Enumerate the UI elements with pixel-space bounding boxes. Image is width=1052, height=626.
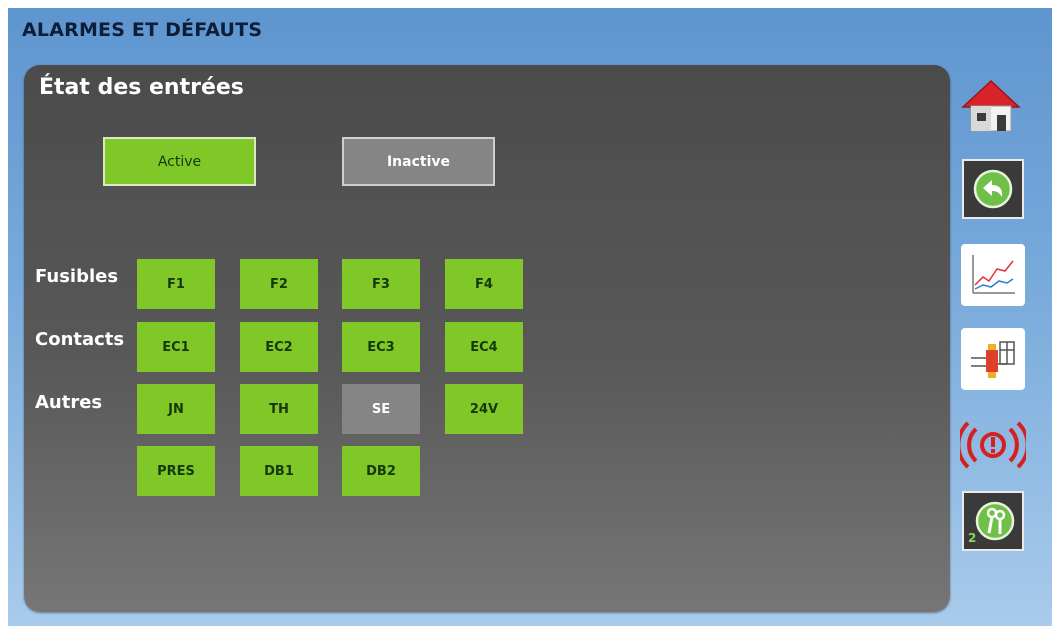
row-label-autres: Autres bbox=[35, 392, 103, 413]
input-cell-ec1[interactable]: EC1 bbox=[137, 322, 215, 372]
access-level-badge: 2 bbox=[968, 531, 977, 545]
input-cell-f4[interactable]: F4 bbox=[445, 259, 523, 309]
input-cell-ec2[interactable]: EC2 bbox=[240, 322, 318, 372]
input-cell-f3[interactable]: F3 bbox=[342, 259, 420, 309]
input-cell-db2[interactable]: DB2 bbox=[342, 446, 420, 496]
input-cell-se[interactable]: SE bbox=[342, 384, 420, 434]
schematic-button[interactable] bbox=[961, 328, 1025, 390]
trend-chart-icon bbox=[972, 255, 1015, 294]
access-level-button[interactable]: 2 bbox=[962, 491, 1024, 551]
legend-active[interactable]: Active bbox=[103, 137, 256, 186]
input-cell-f2[interactable]: F2 bbox=[240, 259, 318, 309]
input-cell-pres[interactable]: PRES bbox=[137, 446, 215, 496]
input-cell-24v[interactable]: 24V bbox=[445, 384, 523, 434]
input-cell-ec3[interactable]: EC3 bbox=[342, 322, 420, 372]
input-cell-ec4[interactable]: EC4 bbox=[445, 322, 523, 372]
home-button[interactable] bbox=[958, 74, 1024, 138]
back-button[interactable] bbox=[962, 159, 1024, 219]
back-arrow-icon bbox=[973, 169, 1013, 209]
inputs-status-panel: État des entrées Active Inactive Fusible… bbox=[24, 65, 950, 612]
input-cell-th[interactable]: TH bbox=[240, 384, 318, 434]
page-title: ALARMES ET DÉFAUTS bbox=[22, 19, 263, 41]
input-cell-db1[interactable]: DB1 bbox=[240, 446, 318, 496]
row-label-fusibles: Fusibles bbox=[35, 266, 119, 287]
hydraulic-schematic-icon bbox=[971, 341, 1015, 378]
trends-button[interactable] bbox=[961, 244, 1025, 306]
screen: ALARMES ET DÉFAUTS État des entrées Acti… bbox=[8, 8, 1052, 626]
row-label-contacts: Contacts bbox=[35, 329, 125, 350]
home-icon bbox=[961, 79, 1021, 132]
panel-title: État des entrées bbox=[39, 75, 244, 100]
input-cell-f1[interactable]: F1 bbox=[137, 259, 215, 309]
alarm-icon bbox=[960, 421, 1026, 469]
alarms-button[interactable] bbox=[960, 415, 1026, 475]
input-cell-jn[interactable]: JN bbox=[137, 384, 215, 434]
legend-inactive[interactable]: Inactive bbox=[342, 137, 495, 186]
